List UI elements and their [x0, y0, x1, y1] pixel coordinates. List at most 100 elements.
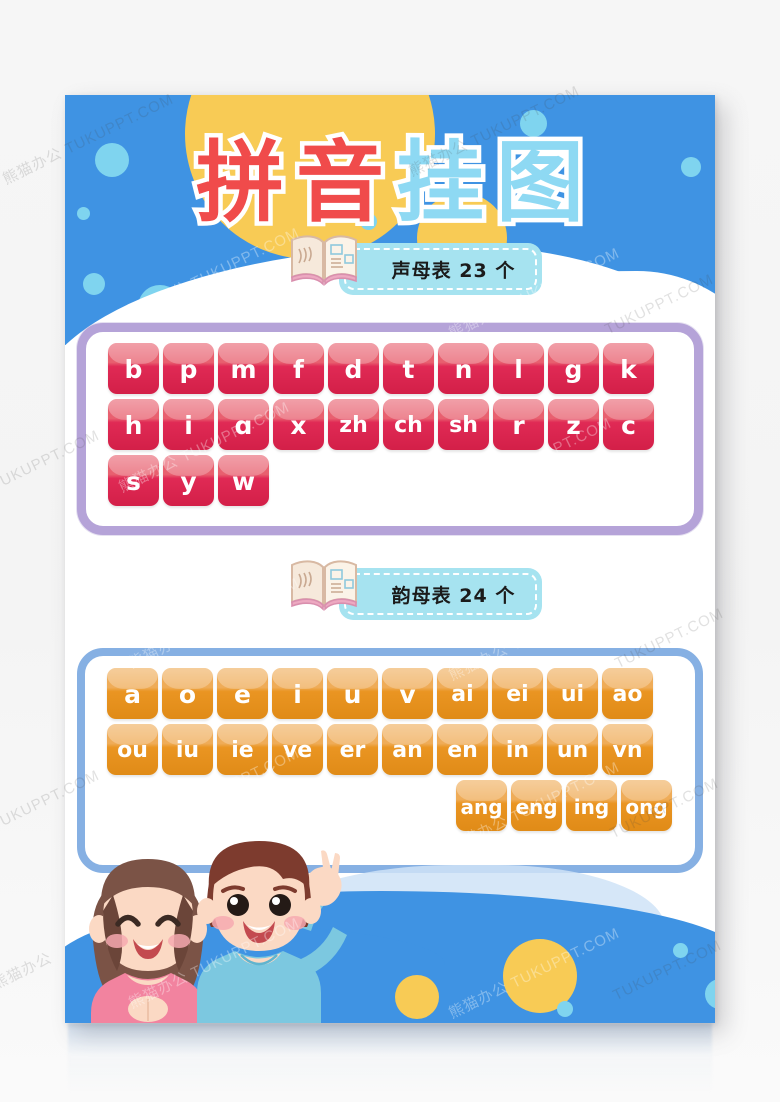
- title-char-2: 音: [291, 131, 388, 234]
- key-tile[interactable]: d: [328, 343, 379, 394]
- key-tile[interactable]: ɑ: [218, 399, 269, 450]
- boy-eye-right: [269, 894, 291, 916]
- key-label: y: [180, 467, 197, 496]
- key-tile[interactable]: n: [438, 343, 489, 394]
- boy-sleeve: [301, 927, 347, 975]
- key-label: u: [343, 680, 362, 709]
- key-label: en: [447, 737, 478, 763]
- key-label: d: [344, 355, 363, 384]
- key-tile[interactable]: i: [272, 668, 323, 719]
- key-tile[interactable]: x: [273, 399, 324, 450]
- key-label: in: [505, 737, 530, 763]
- key-label: c: [621, 411, 636, 440]
- key-tile[interactable]: w: [218, 455, 269, 506]
- pinyin-wall-chart-poster: 拼音挂图 声母表 23 个 b p m f d t n l g k h i ɑ …: [65, 95, 715, 1023]
- key-label: ai: [451, 681, 474, 707]
- key-tile[interactable]: ou: [107, 724, 158, 775]
- key-tile[interactable]: ui: [547, 668, 598, 719]
- key-label: ong: [625, 794, 668, 819]
- key-label: ie: [231, 737, 254, 763]
- key-tile[interactable]: ve: [272, 724, 323, 775]
- key-tile[interactable]: vn: [602, 724, 653, 775]
- key-tile[interactable]: s: [108, 455, 159, 506]
- open-book-icon: [291, 560, 357, 611]
- key-label: b: [124, 355, 143, 384]
- badge-label-shengmu: 声母表 23 个: [391, 259, 516, 282]
- key-tile[interactable]: y: [163, 455, 214, 506]
- key-label: h: [124, 411, 143, 440]
- key-label: x: [290, 411, 307, 440]
- badge-pill-yunmu: 韵母表 24 个: [339, 568, 542, 620]
- key-tile[interactable]: er: [327, 724, 378, 775]
- badge-label-yunmu: 韵母表 24 个: [391, 584, 516, 607]
- key-tile[interactable]: in: [492, 724, 543, 775]
- key-tile[interactable]: v: [382, 668, 433, 719]
- key-tile[interactable]: b: [108, 343, 159, 394]
- badge-pill-shengmu: 声母表 23 个: [339, 243, 542, 295]
- shengmu-row-3: s y w: [86, 450, 694, 506]
- key-label: an: [392, 737, 423, 763]
- key-tile[interactable]: c: [603, 399, 654, 450]
- boy-character: [197, 841, 347, 1023]
- key-label: sh: [449, 412, 478, 438]
- key-tile[interactable]: z: [548, 399, 599, 450]
- key-label: zh: [339, 412, 368, 438]
- key-tile[interactable]: ei: [492, 668, 543, 719]
- key-tile[interactable]: m: [218, 343, 269, 394]
- section-badge-yunmu: 韵母表 24 个: [287, 560, 545, 620]
- key-tile[interactable]: a: [107, 668, 158, 719]
- key-tile[interactable]: ang: [456, 780, 507, 831]
- key-tile[interactable]: zh: [328, 399, 379, 450]
- key-tile[interactable]: ai: [437, 668, 488, 719]
- key-label: l: [514, 355, 523, 384]
- key-label: e: [234, 680, 251, 709]
- key-tile[interactable]: ie: [217, 724, 268, 775]
- key-label: iu: [175, 737, 200, 763]
- key-tile[interactable]: u: [327, 668, 378, 719]
- shengmu-table-panel: b p m f d t n l g k h i ɑ x zh ch sh r z…: [77, 323, 703, 535]
- key-tile[interactable]: sh: [438, 399, 489, 450]
- key-label: k: [620, 355, 637, 384]
- key-tile[interactable]: g: [548, 343, 599, 394]
- title-char-3: 挂: [391, 131, 488, 234]
- key-tile[interactable]: h: [108, 399, 159, 450]
- key-tile[interactable]: iu: [162, 724, 213, 775]
- footer-bubble-3: [557, 1001, 573, 1017]
- key-label: er: [339, 737, 366, 763]
- key-label: ch: [394, 412, 423, 438]
- key-tile[interactable]: i: [163, 399, 214, 450]
- open-book-icon: [291, 235, 357, 286]
- boy-finger-2: [330, 853, 340, 877]
- key-tile[interactable]: f: [273, 343, 324, 394]
- key-tile[interactable]: t: [383, 343, 434, 394]
- title-char-1: 拼: [191, 131, 288, 234]
- key-tile[interactable]: eng: [511, 780, 562, 831]
- key-tile[interactable]: o: [162, 668, 213, 719]
- key-label: ing: [573, 794, 610, 819]
- bubble-2: [83, 273, 105, 295]
- key-label: ou: [117, 737, 148, 763]
- key-tile[interactable]: un: [547, 724, 598, 775]
- key-tile[interactable]: an: [382, 724, 433, 775]
- key-label: ve: [282, 737, 313, 763]
- key-tile[interactable]: e: [217, 668, 268, 719]
- key-tile[interactable]: ong: [621, 780, 672, 831]
- key-label: i: [184, 411, 193, 440]
- key-label: ɑ: [234, 411, 253, 440]
- poster-footer-illustration: [65, 831, 715, 1023]
- key-tile[interactable]: ch: [383, 399, 434, 450]
- yunmu-row-2: ou iu ie ve er an en in un vn: [85, 719, 695, 775]
- key-label: f: [293, 355, 304, 384]
- boy-blush-right: [284, 916, 306, 930]
- key-tile[interactable]: r: [493, 399, 544, 450]
- key-label: m: [230, 355, 257, 384]
- key-tile[interactable]: ing: [566, 780, 617, 831]
- key-tile[interactable]: k: [603, 343, 654, 394]
- key-tile[interactable]: l: [493, 343, 544, 394]
- key-tile[interactable]: p: [163, 343, 214, 394]
- key-label: g: [564, 355, 583, 384]
- key-tile[interactable]: ao: [602, 668, 653, 719]
- key-tile[interactable]: en: [437, 724, 488, 775]
- poster-title: 拼音挂图: [65, 131, 715, 234]
- key-label: n: [454, 355, 473, 384]
